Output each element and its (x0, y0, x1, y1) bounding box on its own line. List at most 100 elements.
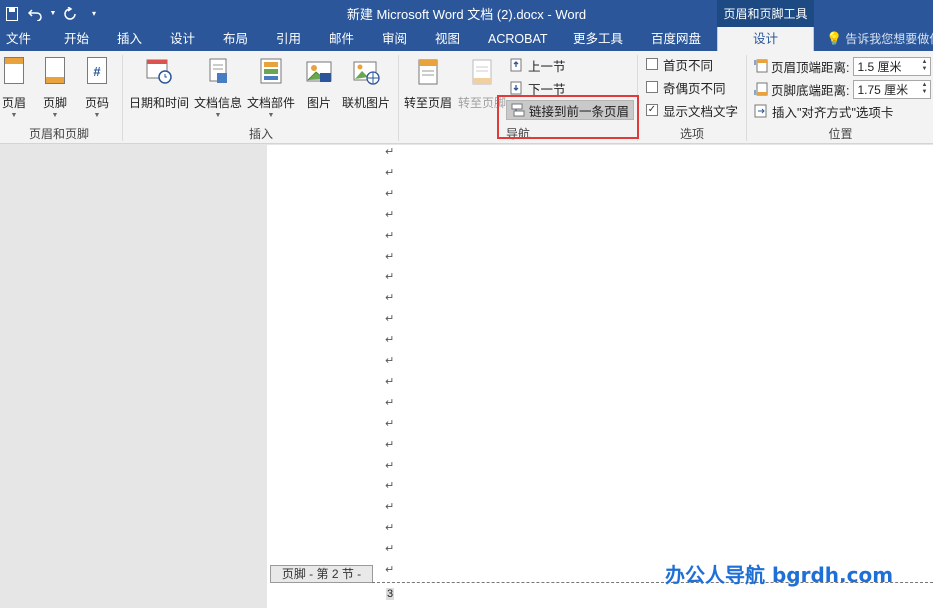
tab-header-footer-design[interactable]: 设计 (717, 27, 814, 51)
tab-design[interactable]: 设计 (170, 27, 195, 51)
title-bar: ▼ ▾ 新建 Microsoft Word 文档 (2).docx - Word… (0, 0, 933, 27)
tab-file[interactable]: 文件 (6, 27, 31, 51)
next-section-icon (510, 81, 524, 95)
tab-more-tools[interactable]: 更多工具 (573, 27, 623, 51)
group-separator (746, 55, 747, 141)
different-first-page-checkbox[interactable]: 首页不同 (646, 55, 713, 73)
online-pictures-label: 联机图片 (341, 96, 390, 110)
document-area: ↵ ↵ ↵ ↵ ↵ ↵ ↵ ↵ ↵ ↵ ↵ ↵ ↵ ↵ ↵ ↵ ↵ ↵ ↵ ↵ ↵ (0, 145, 933, 608)
go-to-header-icon (413, 57, 443, 91)
tab-mailings[interactable]: 邮件 (329, 27, 354, 51)
paragraph-mark: ↵ (385, 479, 395, 492)
pictures-button[interactable]: 图片 (303, 55, 335, 123)
footer-from-bottom-label: 页脚底端距离: (771, 83, 850, 98)
tab-review[interactable]: 审阅 (382, 27, 407, 51)
footer-button[interactable]: 页脚 ▼ (40, 55, 70, 123)
go-to-header-label: 转至页眉 (403, 96, 452, 110)
footer-button-label: 页脚 (42, 96, 67, 110)
picture-icon (304, 57, 334, 91)
paragraph-mark: ↵ (385, 375, 395, 388)
header-from-top-input[interactable]: 1.5 厘米 ▲ ▼ (853, 56, 932, 76)
paragraph-mark: ↵ (385, 354, 395, 367)
date-time-label: 日期和时间 (128, 96, 189, 110)
checkbox-box (646, 58, 658, 70)
document-page[interactable]: ↵ ↵ ↵ ↵ ↵ ↵ ↵ ↵ ↵ ↵ ↵ ↵ ↵ ↵ ↵ ↵ ↵ ↵ ↵ ↵ ↵ (267, 145, 933, 608)
show-document-text-checkbox[interactable]: ✓ 显示文档文字 (646, 101, 738, 119)
tell-me-box[interactable]: 💡 告诉我您想要做什么 (826, 27, 933, 51)
footer-from-bottom-value: 1.75 厘米 (857, 82, 909, 97)
lightbulb-icon: 💡 (826, 31, 843, 46)
paragraph-mark: ↵ (385, 291, 395, 304)
header-button[interactable]: 页眉 ▼ (0, 55, 28, 123)
checkbox-box (646, 81, 658, 93)
chevron-down-icon: ▼ (214, 112, 222, 119)
footer-position-icon (754, 82, 768, 96)
date-time-button[interactable]: 日期和时间 (128, 55, 190, 123)
online-pictures-button[interactable]: 联机图片 (341, 55, 391, 123)
tab-layout[interactable]: 布局 (223, 27, 248, 51)
tab-home[interactable]: 开始 (64, 27, 89, 51)
different-odd-even-checkbox[interactable]: 奇偶页不同 (646, 78, 726, 96)
document-info-button[interactable]: 文档信息 ▼ (193, 55, 243, 123)
go-to-header-button[interactable]: 转至页眉 (402, 55, 454, 123)
previous-section-button[interactable]: 上一节 (510, 55, 566, 75)
go-to-footer-icon (467, 57, 497, 91)
quick-parts-button[interactable]: 文档部件 ▼ (246, 55, 296, 123)
header-from-top-value: 1.5 厘米 (857, 59, 902, 74)
header-icon (0, 57, 29, 91)
tab-insert[interactable]: 插入 (117, 27, 142, 51)
page-number-icon: # (82, 57, 112, 91)
paragraph-mark: ↵ (385, 145, 395, 158)
quick-parts-label: 文档部件 (246, 96, 295, 110)
tell-me-placeholder: 告诉我您想要做什么 (845, 32, 933, 46)
spinner-arrows-icon[interactable]: ▲ ▼ (918, 81, 930, 98)
document-info-label: 文档信息 (193, 96, 242, 110)
paragraph-mark: ↵ (385, 500, 395, 513)
footer-section-label: 页脚 - 第 2 节 - (270, 565, 373, 583)
context-tab-title: 页眉和页脚工具 (717, 0, 814, 27)
document-info-icon (203, 57, 233, 91)
online-picture-icon (351, 57, 381, 91)
paragraph-mark: ↵ (385, 187, 395, 200)
paragraph-mark: ↵ (385, 250, 395, 263)
insert-alignment-tab-button[interactable]: 插入"对齐方式"选项卡 (754, 101, 893, 121)
previous-section-icon (510, 58, 524, 72)
tab-acrobat[interactable]: ACROBAT (488, 27, 548, 51)
watermark-text: 办公人导航 bgrdh.com (665, 563, 894, 587)
different-odd-even-label: 奇偶页不同 (663, 81, 726, 96)
ribbon-tab-bar: 文件 开始 插入 设计 布局 引用 邮件 审阅 视图 ACROBAT 更多工具 … (0, 27, 933, 51)
header-button-label: 页眉 (1, 96, 26, 110)
footer-page-number[interactable]: 3 (386, 588, 395, 600)
paragraph-mark: ↵ (385, 333, 395, 346)
header-from-top-row: 页眉顶端距离: 1.5 厘米 ▲ ▼ (754, 56, 932, 76)
paragraph-mark: ↵ (385, 312, 395, 325)
paragraph-mark: ↵ (385, 563, 395, 576)
group-label-insert: 插入 (248, 127, 273, 141)
group-label-options: 选项 (679, 127, 704, 141)
footer-icon (40, 57, 70, 91)
tab-references[interactable]: 引用 (276, 27, 301, 51)
group-label-header-footer: 页眉和页脚 (28, 127, 89, 141)
group-separator (398, 55, 399, 141)
highlight-box (497, 95, 639, 139)
group-separator (122, 55, 123, 141)
calendar-clock-icon (144, 57, 174, 91)
paragraph-mark: ↵ (385, 208, 395, 221)
tab-baidu-netdisk[interactable]: 百度网盘 (651, 27, 701, 51)
paragraph-mark: ↵ (385, 396, 395, 409)
chevron-down-icon: ▼ (93, 112, 101, 119)
page-number-button-label: 页码 (84, 96, 109, 110)
insert-alignment-tab-label: 插入"对齐方式"选项卡 (772, 105, 894, 120)
paragraph-mark: ↵ (385, 229, 395, 242)
ribbon: 页眉 ▼ 页脚 ▼ # 页码 ▼ 页眉和页脚 日期和时间 文档信息 ▼ 文档部件… (0, 51, 933, 144)
page-number-button[interactable]: # 页码 ▼ (82, 55, 112, 123)
show-document-text-label: 显示文档文字 (663, 104, 739, 119)
tab-view[interactable]: 视图 (435, 27, 460, 51)
paragraph-mark: ↵ (385, 459, 395, 472)
paragraph-mark: ↵ (385, 438, 395, 451)
previous-section-label: 上一节 (528, 59, 566, 74)
footer-from-bottom-row: 页脚底端距离: 1.75 厘米 ▲ ▼ (754, 79, 932, 99)
header-from-top-label: 页眉顶端距离: (771, 60, 850, 75)
spinner-arrows-icon[interactable]: ▲ ▼ (918, 58, 930, 75)
footer-from-bottom-input[interactable]: 1.75 厘米 ▲ ▼ (853, 79, 932, 99)
